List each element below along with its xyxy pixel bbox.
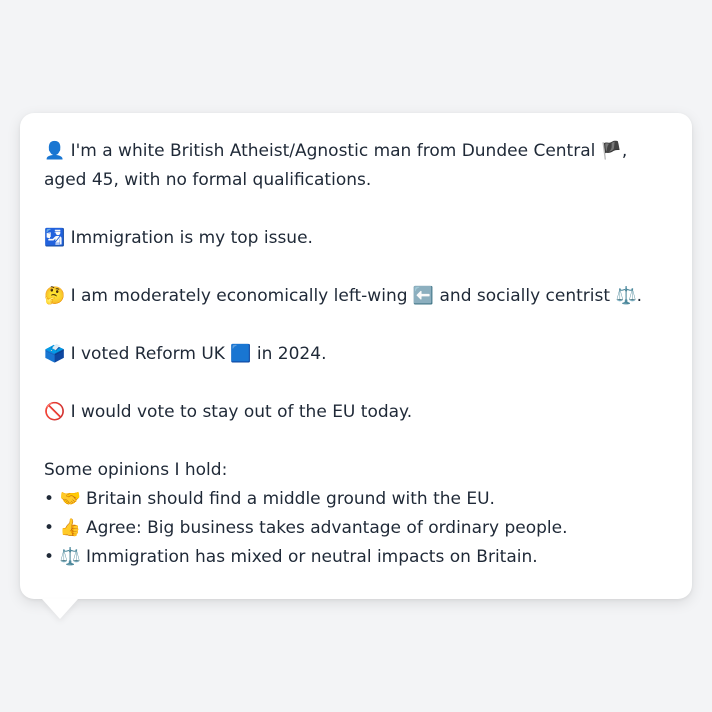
- blue-square-icon: 🟦: [230, 344, 252, 364]
- handshake-icon: 🤝: [59, 489, 81, 509]
- speech-bubble-tail: [42, 599, 78, 619]
- opinion-text: Immigration has mixed or neutral impacts…: [80, 547, 538, 567]
- thumbs-up-icon: 👍: [59, 518, 81, 538]
- opinion-item: • 🤝 Britain should find a middle ground …: [44, 485, 668, 514]
- top-issue-line: 🛂 Immigration is my top issue.: [44, 224, 668, 253]
- politics-text-before: I am moderately economically left-wing: [65, 286, 413, 306]
- thinking-face-icon: 🤔: [44, 286, 66, 306]
- top-issue-text: Immigration is my top issue.: [65, 228, 313, 248]
- identity-line: 👤 I'm a white British Atheist/Agnostic m…: [44, 137, 668, 195]
- opinion-text: Britain should find a middle ground with…: [80, 489, 495, 509]
- identity-text-before: I'm a white British Atheist/Agnostic man…: [65, 141, 601, 161]
- passport-control-icon: 🛂: [44, 228, 66, 248]
- vote-text-after: in 2024.: [251, 344, 327, 364]
- profile-card: 👤 I'm a white British Atheist/Agnostic m…: [20, 113, 692, 599]
- opinion-item: • ⚖️ Immigration has mixed or neutral im…: [44, 543, 668, 572]
- scotland-flag-icon: 🏴: [600, 141, 622, 161]
- vote-text-before: I voted Reform UK: [65, 344, 231, 364]
- ballot-box-icon: 🗳️: [44, 344, 66, 364]
- bullet: •: [44, 489, 60, 509]
- opinions-heading: Some opinions I hold:: [44, 460, 228, 480]
- opinion-text: Agree: Big business takes advantage of o…: [80, 518, 568, 538]
- opinion-item: • 👍 Agree: Big business takes advantage …: [44, 514, 668, 543]
- balance-scale-icon: ⚖️: [59, 547, 81, 567]
- vote-line: 🗳️ I voted Reform UK 🟦 in 2024.: [44, 340, 668, 369]
- bullet: •: [44, 547, 60, 567]
- balance-scale-icon: ⚖️: [615, 286, 637, 306]
- politics-text-middle: and socially centrist: [434, 286, 616, 306]
- politics-line: 🤔 I am moderately economically left-wing…: [44, 282, 668, 311]
- eu-line: 🚫 I would vote to stay out of the EU tod…: [44, 398, 668, 427]
- politics-text-after: .: [636, 286, 643, 306]
- left-arrow-icon: ⬅️: [412, 286, 435, 306]
- prohibited-icon: 🚫: [44, 402, 66, 422]
- person-icon: 👤: [44, 141, 66, 161]
- bullet: •: [44, 518, 60, 538]
- eu-text: I would vote to stay out of the EU today…: [65, 402, 413, 422]
